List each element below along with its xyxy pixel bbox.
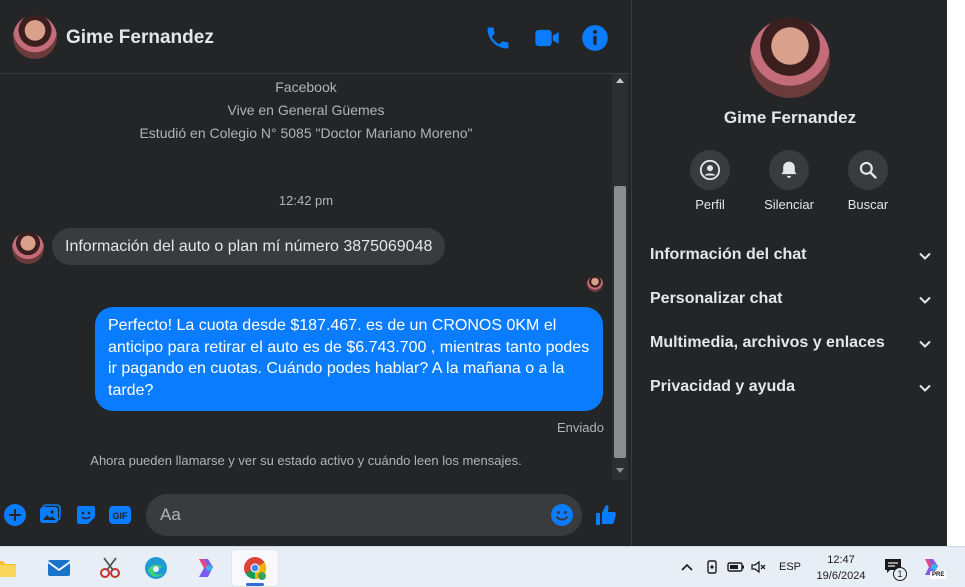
profile-button-label: Perfil: [695, 197, 725, 212]
chat-panel: Gime Fernandez Facebook Vive en General …: [0, 0, 630, 546]
section-customize-chat[interactable]: Personalizar chat: [650, 282, 932, 318]
message-status: Enviado: [557, 420, 604, 435]
message-input[interactable]: [160, 494, 540, 536]
video-call-icon[interactable]: [533, 24, 561, 52]
scroll-up-arrow[interactable]: [616, 78, 624, 83]
section-label: Multimedia, archivos y enlaces: [650, 334, 885, 351]
search-icon: [859, 161, 877, 179]
outgoing-message[interactable]: Perfecto! La cuota desde $187.467. es de…: [95, 307, 603, 411]
seen-indicator-avatar: [587, 276, 603, 292]
chevron-down-icon: [919, 296, 931, 304]
chevron-down-icon: [919, 252, 931, 260]
clock-date: 19/6/2024: [816, 570, 866, 582]
mail-icon[interactable]: [46, 555, 72, 581]
volume-muted-icon[interactable]: [751, 560, 767, 574]
chevron-up-icon[interactable]: [681, 562, 693, 572]
message-composer: GIF: [0, 490, 630, 540]
section-label: Privacidad y ayuda: [650, 378, 795, 395]
profile-button-circle: [690, 150, 730, 190]
profile-icon: [699, 159, 721, 181]
messenger-app: Gime Fernandez Facebook Vive en General …: [0, 0, 965, 546]
gallery-icon[interactable]: [38, 503, 62, 527]
chevron-down-icon: [919, 340, 931, 348]
plus-icon[interactable]: [3, 503, 27, 527]
mute-button-circle: [769, 150, 809, 190]
active-app-indicator: [246, 583, 264, 586]
search-button-circle: [848, 150, 888, 190]
emoji-icon[interactable]: [550, 503, 574, 527]
chat-notice: Ahora pueden llamarse y ver su estado ac…: [90, 453, 522, 468]
bell-icon: [781, 161, 797, 178]
phone-icon[interactable]: [484, 24, 512, 52]
contact-avatar[interactable]: [13, 15, 57, 59]
clock-time: 12:47: [827, 554, 855, 566]
info-icon[interactable]: [581, 24, 609, 52]
notification-count-badge: 1: [893, 567, 907, 581]
file-explorer-icon[interactable]: [0, 555, 18, 581]
message-input-box[interactable]: [146, 494, 582, 536]
profile-intro-line: Estudió en Colegio N° 5085 "Doctor Maria…: [139, 125, 473, 141]
section-media-files-links[interactable]: Multimedia, archivos y enlaces: [650, 326, 932, 362]
sender-avatar[interactable]: [12, 232, 44, 264]
time-separator: 12:42 pm: [278, 193, 334, 208]
edge-browser-icon[interactable]: [143, 555, 169, 581]
section-label: Información del chat: [650, 246, 807, 263]
battery-icon[interactable]: [727, 561, 745, 573]
profile-button[interactable]: Perfil: [670, 150, 750, 212]
gif-icon[interactable]: GIF: [108, 503, 132, 527]
scroll-down-arrow[interactable]: [616, 468, 624, 473]
window-edge: [947, 0, 965, 546]
mute-button[interactable]: Silenciar: [749, 150, 829, 212]
incoming-message[interactable]: Información del auto o plan mí número 38…: [52, 228, 446, 265]
svg-text:GIF: GIF: [113, 511, 129, 521]
profile-avatar[interactable]: [750, 18, 830, 98]
profile-intro-line: Facebook: [275, 79, 337, 95]
message-list: Facebook Vive en General Güemes Estudió …: [0, 74, 612, 480]
section-chat-info[interactable]: Información del chat: [650, 238, 932, 274]
chat-header: Gime Fernandez: [0, 0, 630, 74]
mute-button-label: Silenciar: [764, 197, 814, 212]
system-clock[interactable]: 12:47 19/6/2024: [812, 552, 870, 584]
contact-name[interactable]: Gime Fernandez: [66, 27, 214, 49]
sticker-icon[interactable]: [74, 503, 98, 527]
windows-taskbar: ESP 12:47 19/6/2024 1 PRE: [0, 546, 965, 587]
section-label: Personalizar chat: [650, 290, 783, 307]
chat-details-sidebar: Gime Fernandez Perfil Silenciar Buscar I…: [631, 0, 947, 546]
scrollbar[interactable]: [612, 74, 628, 480]
search-button-label: Buscar: [847, 197, 889, 212]
search-button[interactable]: Buscar: [828, 150, 908, 212]
section-privacy-help[interactable]: Privacidad y ayuda: [650, 370, 932, 406]
language-indicator[interactable]: ESP: [779, 561, 801, 573]
chrome-icon[interactable]: [242, 555, 268, 581]
copilot-preview-badge: PRE: [930, 571, 947, 579]
snipping-tool-icon[interactable]: [97, 555, 123, 581]
copilot-app-icon[interactable]: [193, 555, 219, 581]
profile-name: Gime Fernandez: [723, 108, 857, 127]
like-icon[interactable]: [594, 503, 618, 527]
device-icon[interactable]: [705, 560, 719, 574]
scroll-thumb[interactable]: [614, 186, 626, 458]
chevron-down-icon: [919, 384, 931, 392]
profile-intro-line: Vive en General Güemes: [227, 102, 385, 118]
